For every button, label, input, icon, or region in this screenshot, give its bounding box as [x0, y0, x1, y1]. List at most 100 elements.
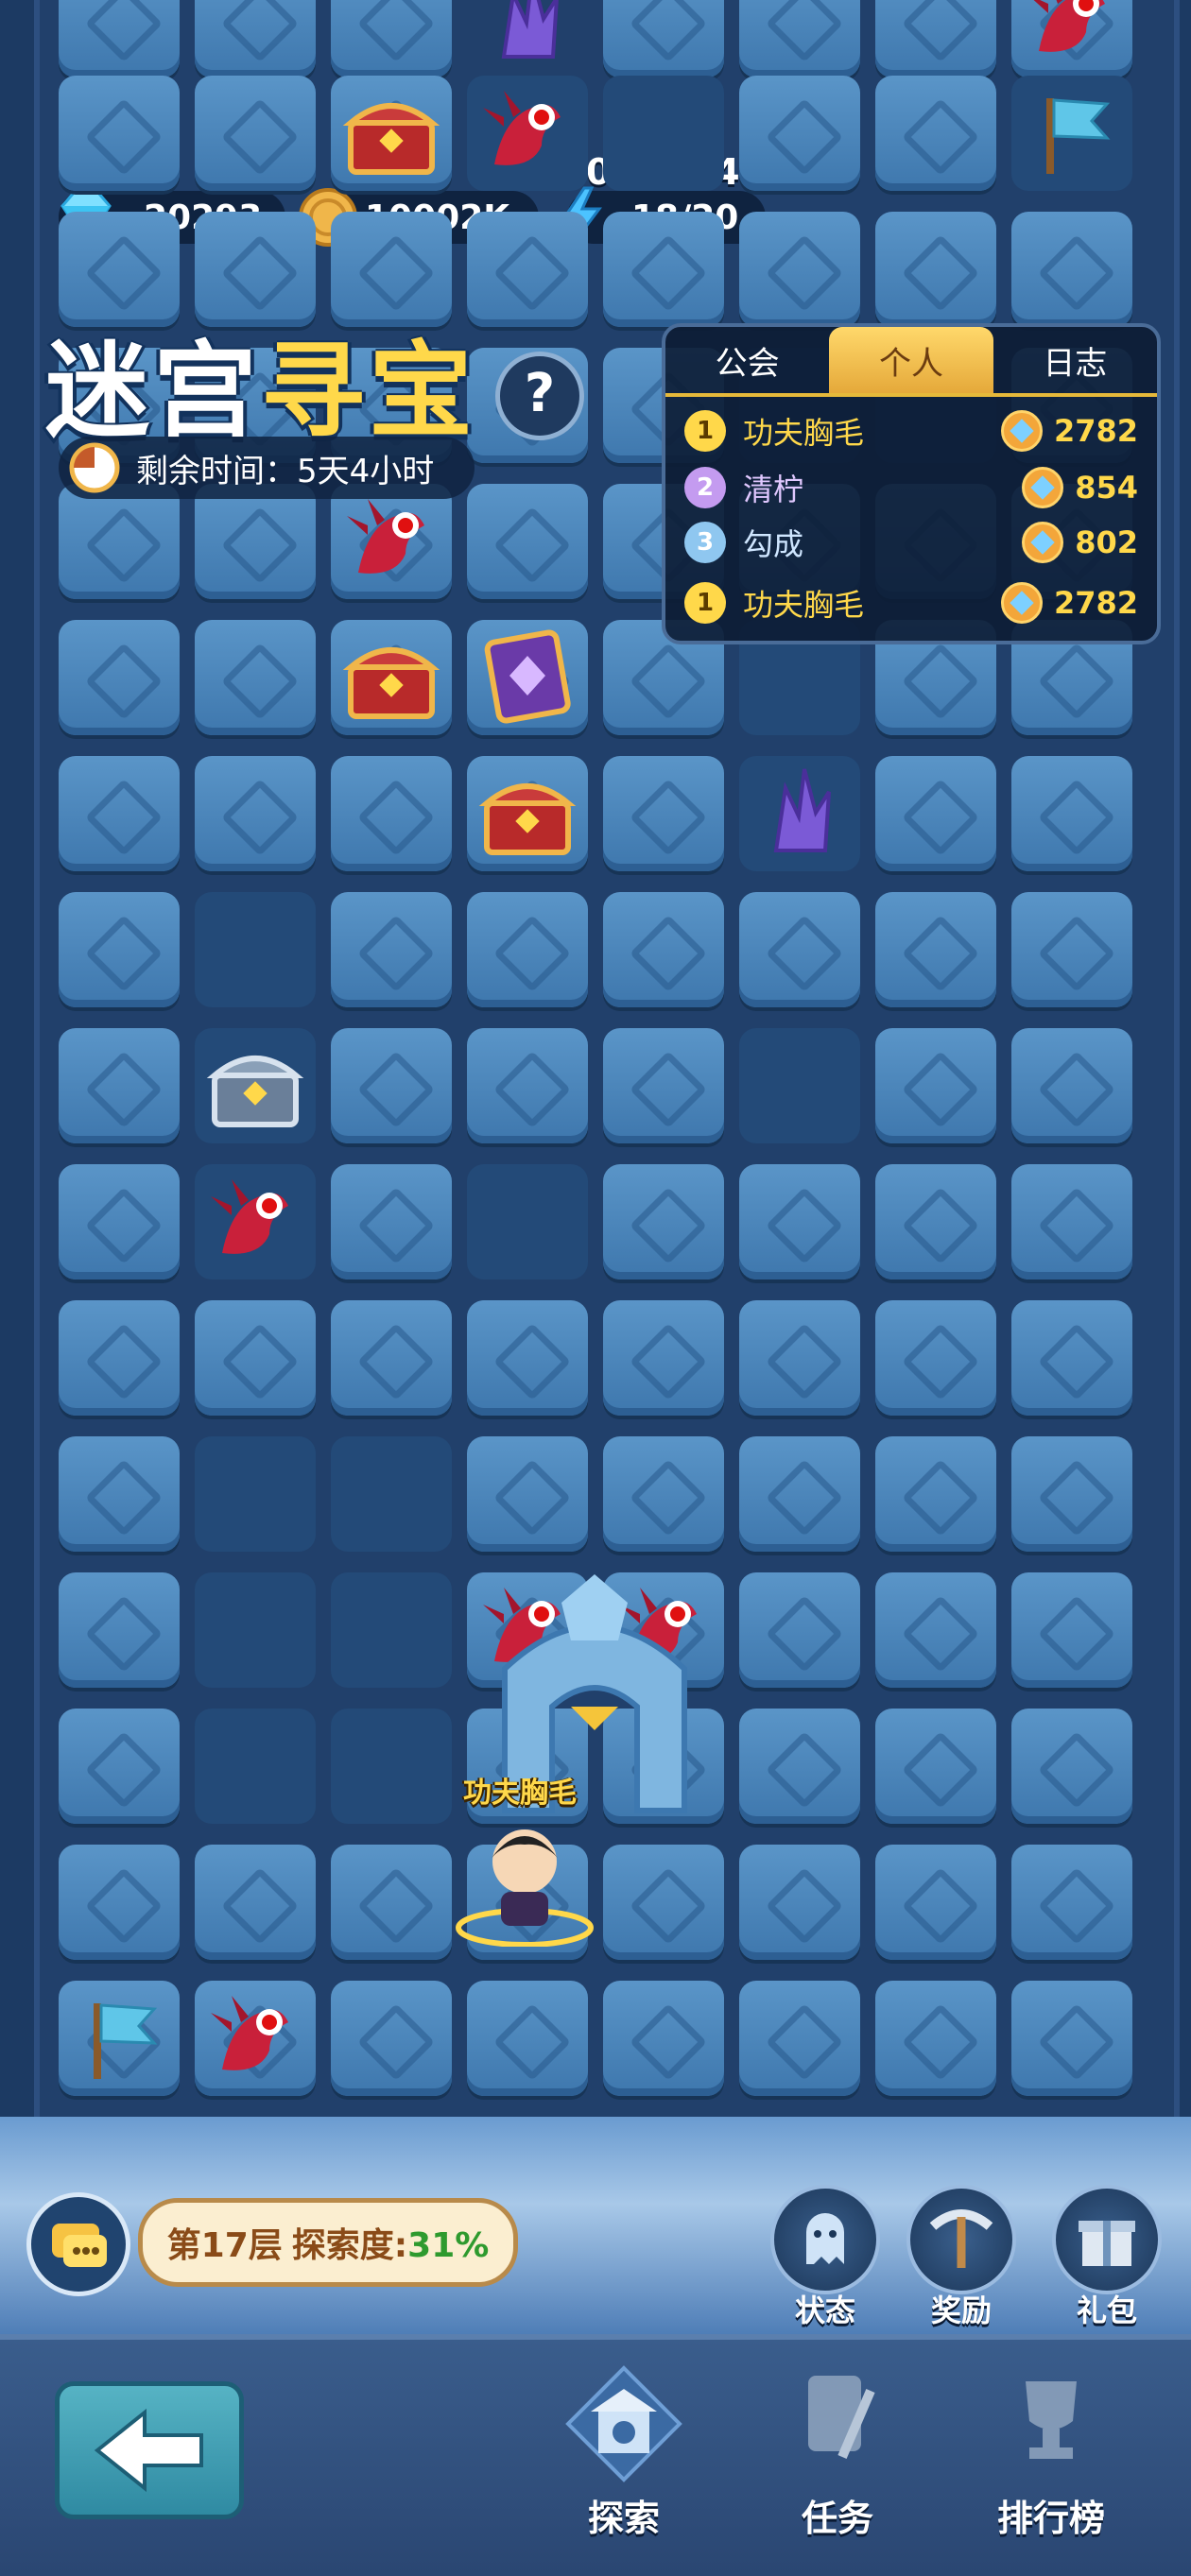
maze-tile[interactable] [875, 1436, 996, 1552]
reward-button[interactable]: 奖励 [900, 2185, 1023, 2330]
maze-tile[interactable] [739, 1981, 860, 2096]
maze-tile[interactable] [1011, 1709, 1132, 1824]
dragon-monster-icon[interactable] [1020, 0, 1124, 70]
maze-tile[interactable] [331, 892, 452, 1007]
treasure-chest-icon[interactable] [339, 79, 443, 183]
maze-tile[interactable] [603, 1981, 724, 2096]
flag-icon[interactable] [1020, 79, 1124, 183]
maze-tile[interactable] [739, 212, 860, 327]
maze-tile[interactable] [59, 1845, 180, 1960]
maze-tile[interactable] [739, 1164, 860, 1279]
maze-tile[interactable] [1011, 1300, 1132, 1416]
maze-tile[interactable] [739, 76, 860, 191]
crystal-icon[interactable] [748, 760, 852, 864]
chat-button[interactable] [26, 2192, 130, 2296]
maze-tile[interactable] [331, 756, 452, 871]
maze-tile[interactable] [59, 620, 180, 735]
maze-tile[interactable] [875, 1709, 996, 1824]
maze-tile[interactable] [195, 892, 316, 1007]
maze-tile[interactable] [875, 76, 996, 191]
maze-tile[interactable] [739, 0, 860, 77]
maze-tile[interactable] [331, 1436, 452, 1552]
maze-tile[interactable] [603, 76, 724, 191]
maze-tile[interactable] [875, 892, 996, 1007]
maze-tile[interactable] [1011, 212, 1132, 327]
maze-tile[interactable] [59, 1300, 180, 1416]
tab-guild[interactable]: 公会 [665, 327, 829, 393]
maze-tile[interactable] [195, 756, 316, 871]
maze-tile[interactable] [59, 756, 180, 871]
maze-tile[interactable] [467, 1981, 588, 2096]
maze-tile[interactable] [603, 1300, 724, 1416]
maze-tile[interactable] [195, 1300, 316, 1416]
nav-explore[interactable]: 探索 [539, 2362, 709, 2541]
maze-tile[interactable] [467, 1436, 588, 1552]
maze-tile[interactable] [467, 892, 588, 1007]
maze-tile[interactable] [331, 1709, 452, 1824]
maze-tile[interactable] [603, 1164, 724, 1279]
player-avatar[interactable] [454, 1805, 596, 1948]
maze-tile[interactable] [195, 1709, 316, 1824]
maze-tile[interactable] [875, 0, 996, 77]
maze-tile[interactable] [1011, 1164, 1132, 1279]
maze-tile[interactable] [467, 212, 588, 327]
maze-tile[interactable] [331, 1572, 452, 1688]
maze-tile[interactable] [467, 1028, 588, 1143]
maze-tile[interactable] [739, 1709, 860, 1824]
maze-tile[interactable] [875, 1981, 996, 2096]
dragon-monster-icon[interactable] [203, 1168, 307, 1272]
maze-tile[interactable] [195, 1845, 316, 1960]
maze-tile[interactable] [603, 1436, 724, 1552]
maze-tile[interactable] [59, 1436, 180, 1552]
tab-log[interactable]: 日志 [993, 327, 1157, 393]
maze-tile[interactable] [1011, 1572, 1132, 1688]
nav-leaderboard[interactable]: 排行榜 [966, 2362, 1136, 2541]
maze-tile[interactable] [739, 892, 860, 1007]
maze-tile[interactable] [195, 620, 316, 735]
maze-tile[interactable] [467, 1300, 588, 1416]
maze-tile[interactable] [603, 1028, 724, 1143]
maze-tile[interactable] [875, 756, 996, 871]
maze-tile[interactable] [195, 1436, 316, 1552]
maze-tile[interactable] [875, 1845, 996, 1960]
maze-tile[interactable] [875, 1164, 996, 1279]
maze-tile[interactable] [195, 1572, 316, 1688]
maze-tile[interactable] [1011, 892, 1132, 1007]
maze-tile[interactable] [195, 0, 316, 77]
treasure-chest-icon[interactable] [339, 624, 443, 728]
dragon-monster-icon[interactable] [475, 79, 579, 183]
maze-tile[interactable] [603, 0, 724, 77]
maze-tile[interactable] [603, 212, 724, 327]
maze-tile[interactable] [1011, 1845, 1132, 1960]
maze-tile[interactable] [1011, 1028, 1132, 1143]
spellbook-icon[interactable] [475, 624, 579, 728]
maze-tile[interactable] [59, 76, 180, 191]
maze-tile[interactable] [467, 484, 588, 599]
maze-tile[interactable] [331, 1164, 452, 1279]
maze-tile[interactable] [875, 1572, 996, 1688]
maze-tile[interactable] [59, 1572, 180, 1688]
maze-tile[interactable] [875, 212, 996, 327]
maze-tile[interactable] [195, 76, 316, 191]
maze-tile[interactable] [331, 0, 452, 77]
back-button[interactable] [55, 2381, 244, 2519]
treasure-chest-icon[interactable] [475, 760, 579, 864]
help-button[interactable]: ? [495, 352, 584, 440]
maze-tile[interactable] [1011, 1436, 1132, 1552]
maze-tile[interactable] [331, 1300, 452, 1416]
dragon-monster-icon[interactable] [339, 488, 443, 592]
maze-tile[interactable] [1011, 756, 1132, 871]
maze-tile[interactable] [59, 892, 180, 1007]
maze-tile[interactable] [739, 1028, 860, 1143]
tab-personal[interactable]: 个人 [829, 327, 993, 393]
maze-tile[interactable] [59, 1164, 180, 1279]
maze-tile[interactable] [739, 1572, 860, 1688]
maze-tile[interactable] [331, 1845, 452, 1960]
crystal-icon[interactable] [475, 0, 579, 70]
maze-tile[interactable] [739, 1436, 860, 1552]
maze-tile[interactable] [195, 484, 316, 599]
dragon-monster-icon[interactable] [203, 1984, 307, 2088]
gift-button[interactable]: 礼包 [1045, 2185, 1168, 2330]
silver-chest-icon[interactable] [203, 1032, 307, 1136]
maze-tile[interactable] [331, 1028, 452, 1143]
